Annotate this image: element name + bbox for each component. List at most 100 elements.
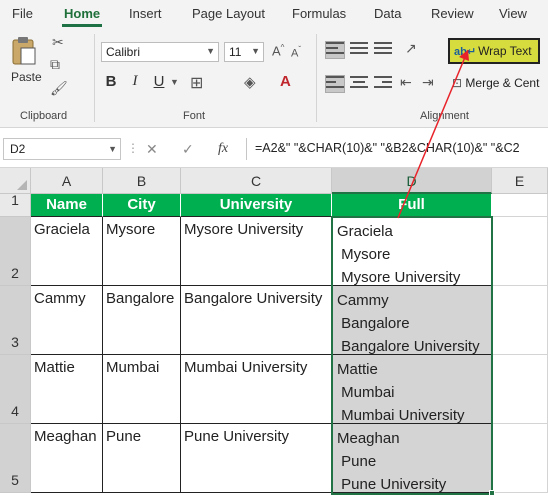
align-right-icon[interactable] bbox=[374, 76, 392, 92]
formula-bar: D2 ▼ ⋮ ✕ ✓ fx =A2&" "&CHAR(10)&" "&B2&CH… bbox=[0, 128, 548, 168]
empty-cell[interactable] bbox=[492, 217, 548, 286]
wrap-text-button[interactable]: ab↵ Wrap Text bbox=[448, 38, 540, 64]
name-cell[interactable]: Mattie bbox=[31, 355, 103, 424]
tab-insert[interactable]: Insert bbox=[129, 6, 162, 21]
copy-icon[interactable]: ⧉ bbox=[50, 56, 60, 73]
name-cell[interactable]: Graciela bbox=[31, 217, 103, 286]
city-cell[interactable]: Pune bbox=[103, 424, 181, 493]
full-cell[interactable]: Meaghan Pune Pune University bbox=[332, 424, 492, 493]
tab-data[interactable]: Data bbox=[374, 6, 401, 21]
row-header-label: 5 bbox=[11, 472, 19, 488]
increase-indent-icon[interactable]: ⇥ bbox=[422, 74, 434, 91]
formula-input[interactable]: =A2&" "&CHAR(10)&" "&B2&CHAR(10)&" "&C2 bbox=[246, 138, 548, 160]
row-header-4[interactable]: 4 bbox=[0, 355, 31, 424]
name-cell[interactable]: Meaghan bbox=[31, 424, 103, 493]
tab-home[interactable]: Home bbox=[64, 6, 100, 21]
tab-view[interactable]: View bbox=[499, 6, 527, 21]
full-cell-line: Mumbai University bbox=[337, 407, 465, 424]
orientation-icon[interactable]: ↗ bbox=[405, 40, 417, 57]
font-size-select[interactable]: 11 ▼ bbox=[224, 42, 264, 62]
header-cell-name[interactable]: Name bbox=[31, 194, 103, 217]
format-painter-icon[interactable]: 🖌 bbox=[50, 80, 68, 97]
borders-icon[interactable]: ⊞ bbox=[190, 73, 203, 93]
full-cell[interactable]: Graciela Mysore Mysore University bbox=[332, 217, 492, 286]
row-header-label: 3 bbox=[11, 334, 19, 350]
merge-center-icon: ⊡ bbox=[452, 76, 463, 90]
column-header-a[interactable]: A bbox=[31, 168, 103, 194]
university-cell[interactable]: Pune University bbox=[181, 424, 332, 493]
align-left-icon[interactable] bbox=[325, 75, 345, 93]
header-cell-city[interactable]: City bbox=[103, 194, 181, 217]
full-cell[interactable]: Mattie Mumbai Mumbai University bbox=[332, 355, 492, 424]
font-size-value: 11 bbox=[229, 45, 242, 59]
row-header-3[interactable]: 3 bbox=[0, 286, 31, 355]
fill-handle[interactable] bbox=[489, 490, 495, 496]
name-box-value: D2 bbox=[10, 142, 26, 156]
active-tab-indicator bbox=[62, 24, 102, 27]
tab-review[interactable]: Review bbox=[431, 6, 474, 21]
tab-page-layout[interactable]: Page Layout bbox=[192, 6, 265, 21]
middle-align-icon[interactable] bbox=[350, 42, 368, 58]
italic-icon[interactable]: I bbox=[125, 73, 145, 90]
column-header-e[interactable]: E bbox=[492, 168, 548, 194]
tab-formulas[interactable]: Formulas bbox=[292, 6, 346, 21]
cancel-icon[interactable]: ✕ bbox=[146, 141, 158, 158]
insert-function-icon[interactable]: fx bbox=[218, 141, 228, 157]
full-cell-line: Bangalore University bbox=[337, 338, 480, 355]
clipboard-group-label: Clipboard bbox=[20, 110, 68, 122]
column-header-c[interactable]: C bbox=[181, 168, 332, 194]
full-cell-line: Pune University bbox=[337, 476, 447, 493]
city-cell[interactable]: Mysore bbox=[103, 217, 181, 286]
ribbon-separator bbox=[316, 34, 317, 122]
cut-icon[interactable]: ✂ bbox=[52, 34, 64, 51]
underline-icon[interactable]: U bbox=[149, 73, 169, 90]
align-center-icon[interactable] bbox=[350, 76, 368, 92]
university-cell[interactable]: Mumbai University bbox=[181, 355, 332, 424]
row-header-1[interactable]: 1 bbox=[0, 192, 31, 217]
full-cell-line: Mattie bbox=[337, 361, 378, 378]
alignment-group-label: Alignment bbox=[420, 110, 469, 122]
full-cell-line: Mumbai bbox=[337, 384, 395, 401]
column-header-d[interactable]: D bbox=[332, 168, 492, 194]
name-cell[interactable]: Cammy bbox=[31, 286, 103, 355]
paste-button[interactable]: Paste bbox=[11, 70, 42, 84]
font-name-select[interactable]: Calibri ▼ bbox=[101, 42, 219, 62]
paste-icon[interactable] bbox=[10, 36, 38, 66]
ribbon: Paste ✂ ⧉ 🖌 Clipboard Calibri ▼ 11 ▼ A^ … bbox=[0, 28, 548, 128]
university-cell[interactable]: Mysore University bbox=[181, 217, 332, 286]
row-header-label: 4 bbox=[11, 403, 19, 419]
top-align-icon[interactable] bbox=[325, 41, 345, 59]
row-header-2[interactable]: 2 bbox=[0, 217, 31, 286]
formula-bar-divider-icon: ⋮ bbox=[127, 141, 139, 155]
name-box[interactable]: D2 ▼ bbox=[3, 138, 121, 160]
university-cell[interactable]: Bangalore University bbox=[181, 286, 332, 355]
header-cell-full[interactable]: Full bbox=[332, 194, 492, 217]
row-header-5[interactable]: 5 bbox=[0, 424, 31, 493]
empty-cell[interactable] bbox=[492, 355, 548, 424]
empty-cell[interactable] bbox=[492, 424, 548, 493]
enter-icon[interactable]: ✓ bbox=[182, 141, 194, 158]
full-cell-line: Mysore University bbox=[337, 269, 461, 286]
empty-cell[interactable] bbox=[492, 286, 548, 355]
full-cell[interactable]: Cammy Bangalore Bangalore University bbox=[332, 286, 492, 355]
tab-file[interactable]: File bbox=[12, 6, 33, 21]
column-header-b[interactable]: B bbox=[103, 168, 181, 194]
bold-icon[interactable]: B bbox=[101, 73, 121, 90]
decrease-font-size-icon[interactable]: Aˇ bbox=[291, 45, 301, 60]
merge-center-label: Merge & Cent bbox=[465, 76, 540, 90]
header-cell-university[interactable]: University bbox=[181, 194, 332, 217]
chevron-down-icon[interactable]: ▼ bbox=[170, 77, 179, 87]
increase-font-size-icon[interactable]: A^ bbox=[272, 43, 284, 58]
city-cell[interactable]: Bangalore bbox=[103, 286, 181, 355]
fill-color-icon[interactable]: ◈ bbox=[244, 73, 256, 91]
chevron-down-icon: ▼ bbox=[251, 46, 260, 56]
empty-cell[interactable] bbox=[492, 194, 548, 217]
city-cell[interactable]: Mumbai bbox=[103, 355, 181, 424]
full-cell-line: Meaghan bbox=[337, 430, 400, 447]
font-group-label: Font bbox=[183, 110, 206, 122]
bottom-align-icon[interactable] bbox=[374, 42, 392, 58]
font-color-icon[interactable]: A bbox=[280, 73, 291, 90]
ribbon-separator bbox=[94, 34, 95, 122]
decrease-indent-icon[interactable]: ⇤ bbox=[400, 74, 412, 91]
merge-center-button[interactable]: ⊡ Merge & Cent bbox=[452, 76, 539, 90]
